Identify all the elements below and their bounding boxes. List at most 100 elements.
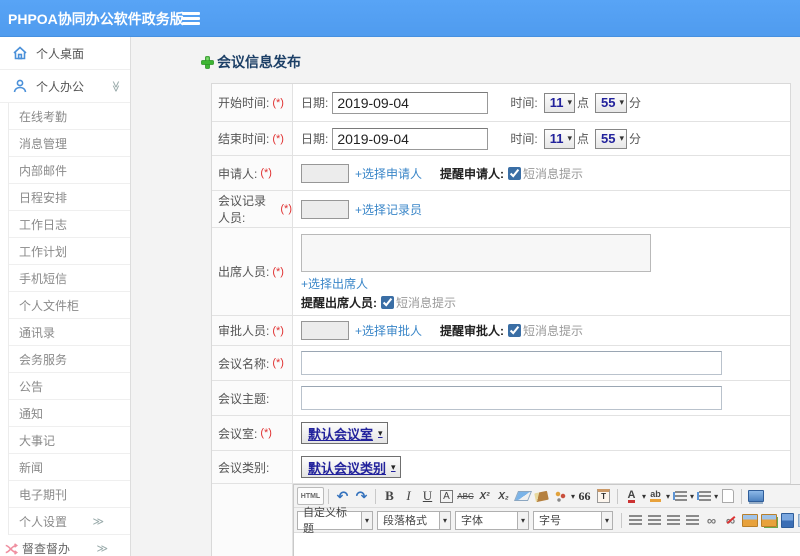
sidebar-item-label: 日程安排 [19,190,68,205]
app-title: PHPOA协同办公软件政务版 [8,10,184,27]
field-label: 结束时间: [218,132,270,146]
sidebar-item-label: 电子期刊 [19,487,68,502]
recorder-input[interactable] [301,199,349,219]
sidebar-item-supervision[interactable]: 督查督办 ≫ [0,535,130,556]
start-date-input[interactable] [332,91,489,114]
highlight-color-button[interactable]: ab [646,487,665,505]
eraser-icon[interactable] [513,487,532,505]
font-family-dropdown[interactable]: 字体 ▾ [455,510,529,530]
meeting-name-input[interactable] [301,351,722,375]
unordered-list-button[interactable] [694,487,713,505]
meeting-subject-input[interactable] [301,386,722,410]
sidebar-item[interactable]: 新闻 [9,454,130,481]
required-mark: (*) [272,265,284,278]
editor-content-area[interactable] [294,533,800,556]
choose-applicant-link[interactable]: +选择申请人 [355,165,422,182]
required-mark: (*) [260,167,272,179]
superscript-button[interactable]: X² [475,487,494,505]
sidebar-item[interactable]: 内部邮件 [9,157,130,184]
sidebar-item[interactable]: 大事记 [9,427,130,454]
approver-sms-checkbox[interactable] [508,324,522,337]
form-row-end-time: 结束时间:(*) 日期: 时间: 11▾ 点 55▾ 分 [212,122,790,156]
chevron-down-icon[interactable]: ≫ [110,80,123,92]
sidebar-item-label: 手机短信 [19,271,68,286]
bold-button[interactable]: B [380,487,399,505]
form-row-approver: 审批人员: (*) +选择审批人 提醒审批人: 短消息提示 [212,316,790,346]
blockquote-button[interactable]: 66 [575,487,594,505]
end-minute-select[interactable]: 55 ▾ [594,128,627,149]
sidebar-item-label: 内部邮件 [19,163,68,178]
custom-title-dropdown[interactable]: 自定义标题 ▾ [297,507,373,535]
strikethrough-button[interactable]: ABC [456,487,475,505]
sidebar-item-label: 个人办公 [36,79,85,94]
applicant-sms-checkbox[interactable] [508,166,522,180]
subscript-button[interactable]: X₂ [494,487,513,505]
italic-button[interactable]: I [399,487,418,505]
align-justify-icon[interactable] [683,511,702,529]
sidebar-item[interactable]: 电子期刊 [9,481,130,508]
end-hour-select[interactable]: 11 ▾ [543,128,575,149]
sidebar-item[interactable]: 个人文件柜 [9,292,130,319]
attendees-sms-checkbox[interactable] [381,296,394,309]
menu-icon[interactable] [182,12,200,25]
redo-icon[interactable]: ↷ [352,487,371,505]
choose-recorder-link[interactable]: +选择记录员 [355,201,422,218]
required-mark: (*) [260,427,272,439]
hour-suffix: 点 [576,132,589,146]
undo-icon[interactable]: ↶ [333,487,352,505]
ordered-list-button[interactable] [670,487,689,505]
fullscreen-icon[interactable] [746,487,765,505]
sidebar-item[interactable]: 手机短信 [9,265,130,292]
text-effect-icon[interactable] [551,487,570,505]
sidebar-item-personal-desktop[interactable]: 个人桌面 [0,37,130,70]
choose-attendees-link[interactable]: +选择出席人 [301,275,368,292]
underline-button[interactable]: U [418,487,437,505]
sidebar-item[interactable]: 工作计划 [9,238,130,265]
field-label: 会议类别: [218,460,270,475]
end-date-input[interactable] [332,127,489,150]
unlink-icon[interactable]: ∞ [721,511,740,529]
shuffle-icon [5,542,18,555]
sidebar-item-personal-office[interactable]: 个人办公 ≫ [0,70,130,103]
font-color-button[interactable]: A [622,487,641,505]
sidebar-item[interactable]: 会务服务 [9,346,130,373]
meeting-type-select[interactable]: 默认会议类别 ▾ [301,456,401,478]
paragraph-format-dropdown[interactable]: 段落格式 ▾ [377,510,451,530]
minute-suffix: 分 [628,96,641,110]
sidebar-item[interactable]: 通讯录 [9,319,130,346]
meeting-room-select[interactable]: 默认会议室 ▾ [301,422,388,444]
required-mark: (*) [272,324,284,337]
sidebar-item[interactable]: 日程安排 [9,184,130,211]
applicant-input[interactable] [301,163,349,183]
sidebar-item[interactable]: 工作日志 [9,211,130,238]
form-row-applicant: 申请人: (*) +选择申请人 提醒申请人: 短消息提示 [212,156,790,191]
font-size-dropdown[interactable]: 字号 ▾ [533,510,613,530]
choose-approver-link[interactable]: +选择审批人 [355,322,422,339]
toolbar-separator [375,488,376,504]
image-upload-icon[interactable] [759,511,778,529]
html-source-button[interactable]: HTML [297,487,324,505]
format-painter-icon[interactable] [532,487,551,505]
sidebar-item[interactable]: 在线考勤 [9,103,130,130]
sidebar-item[interactable]: 消息管理 [9,130,130,157]
required-mark: (*) [272,132,284,145]
new-document-icon[interactable] [718,487,737,505]
form-row-start-time: 开始时间:(*) 日期: 时间: 11▾ 点 55▾ 分 [212,84,790,122]
sidebar-item[interactable]: 公告 [9,373,130,400]
sidebar-item-label: 督查督办 [22,542,71,556]
link-icon[interactable]: ∞ [702,511,721,529]
attendees-textarea[interactable] [301,234,651,272]
image-icon[interactable] [740,511,759,529]
sidebar-item-personal-settings[interactable]: 个人设置 ≫ [9,508,130,535]
approver-input[interactable] [301,321,349,340]
align-center-icon[interactable] [645,511,664,529]
start-minute-select[interactable]: 55 ▾ [594,92,627,113]
hour-suffix: 点 [576,96,589,110]
align-left-icon[interactable] [626,511,645,529]
align-right-icon[interactable] [664,511,683,529]
font-box-button[interactable]: A [437,487,456,505]
media-icon[interactable] [778,511,797,529]
paste-as-text-icon[interactable]: T [594,487,613,505]
start-hour-select[interactable]: 11 ▾ [543,92,575,113]
sidebar-item[interactable]: 通知 [9,400,130,427]
